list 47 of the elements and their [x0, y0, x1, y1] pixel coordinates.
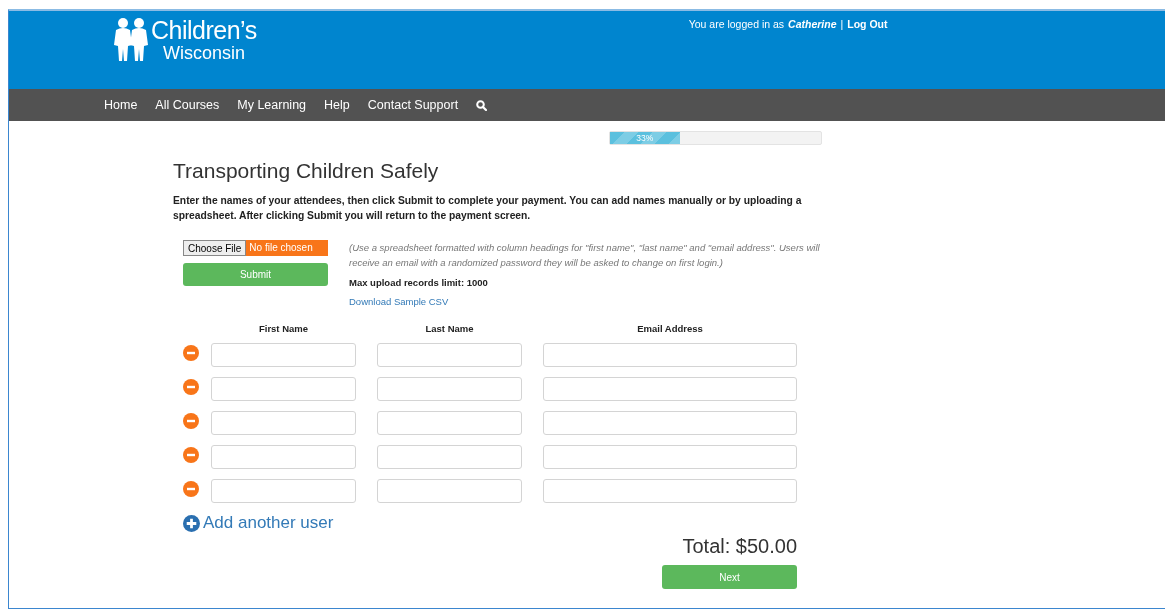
nav-link[interactable]: Contact Support	[367, 98, 459, 112]
email-field[interactable]	[543, 377, 797, 401]
column-heading: Last Name	[424, 323, 475, 334]
help-text: (Use a spreadsheet formatted with column headings for "first name", "last name" and "email address". Users will receive an email with a randomized password they will be asked to change on first login.)	[349, 241, 821, 270]
brand-subtitle: Wisconsin	[163, 44, 247, 62]
user-name: Catherine	[788, 18, 837, 30]
column-heading: First Name	[257, 323, 310, 334]
separator-text: |	[840, 18, 844, 30]
brand-name: Children’s	[151, 18, 257, 43]
last-name-field[interactable]	[377, 377, 522, 401]
choose-file-button[interactable]: Choose File	[183, 240, 247, 256]
logout-link[interactable]: Log Out	[847, 18, 888, 30]
search-icon[interactable]	[476, 99, 488, 111]
first-name-field[interactable]	[211, 479, 356, 503]
nav-link[interactable]: My Learning	[237, 98, 307, 112]
first-name-field[interactable]	[211, 343, 356, 367]
column-heading: Email Address	[636, 323, 704, 334]
total-text: Total: $50.00	[682, 535, 797, 558]
progress-fill: 33%	[610, 132, 680, 144]
remove-icon[interactable]	[183, 481, 199, 497]
email-field[interactable]	[543, 445, 797, 469]
login-text: You are logged in as	[688, 18, 785, 30]
first-name-field[interactable]	[211, 411, 356, 435]
first-name-field[interactable]	[211, 445, 356, 469]
last-name-field[interactable]	[377, 343, 522, 367]
remove-icon[interactable]	[183, 379, 199, 395]
remove-icon[interactable]	[183, 447, 199, 463]
limit-text: Max upload records limit: 1000	[349, 277, 489, 288]
email-field[interactable]	[543, 479, 797, 503]
add-icon[interactable]	[183, 514, 200, 532]
nav-link[interactable]: Home	[104, 98, 138, 112]
email-field[interactable]	[543, 343, 797, 367]
last-name-field[interactable]	[377, 479, 522, 503]
download-link[interactable]: Download Sample CSV	[349, 296, 829, 307]
first-name-field[interactable]	[211, 377, 356, 401]
file-status: No file chosen	[246, 240, 328, 256]
page-title: Transporting Children Safely	[173, 159, 440, 183]
remove-icon[interactable]	[183, 345, 199, 361]
email-field[interactable]	[543, 411, 797, 435]
nav-link[interactable]: Help	[324, 98, 350, 112]
children-logo-icon	[113, 17, 149, 63]
last-name-field[interactable]	[377, 445, 522, 469]
nav-link[interactable]: All Courses	[155, 98, 220, 112]
instructions-text: Enter the names of your attendees, then click Submit to complete your payment. You can add names manually or by uploading a spreadsheet. After clicking Submit you will return to the payment screen.	[173, 194, 803, 223]
remove-icon[interactable]	[183, 413, 199, 429]
last-name-field[interactable]	[377, 411, 522, 435]
add-user-link[interactable]: Add another user	[203, 513, 334, 533]
